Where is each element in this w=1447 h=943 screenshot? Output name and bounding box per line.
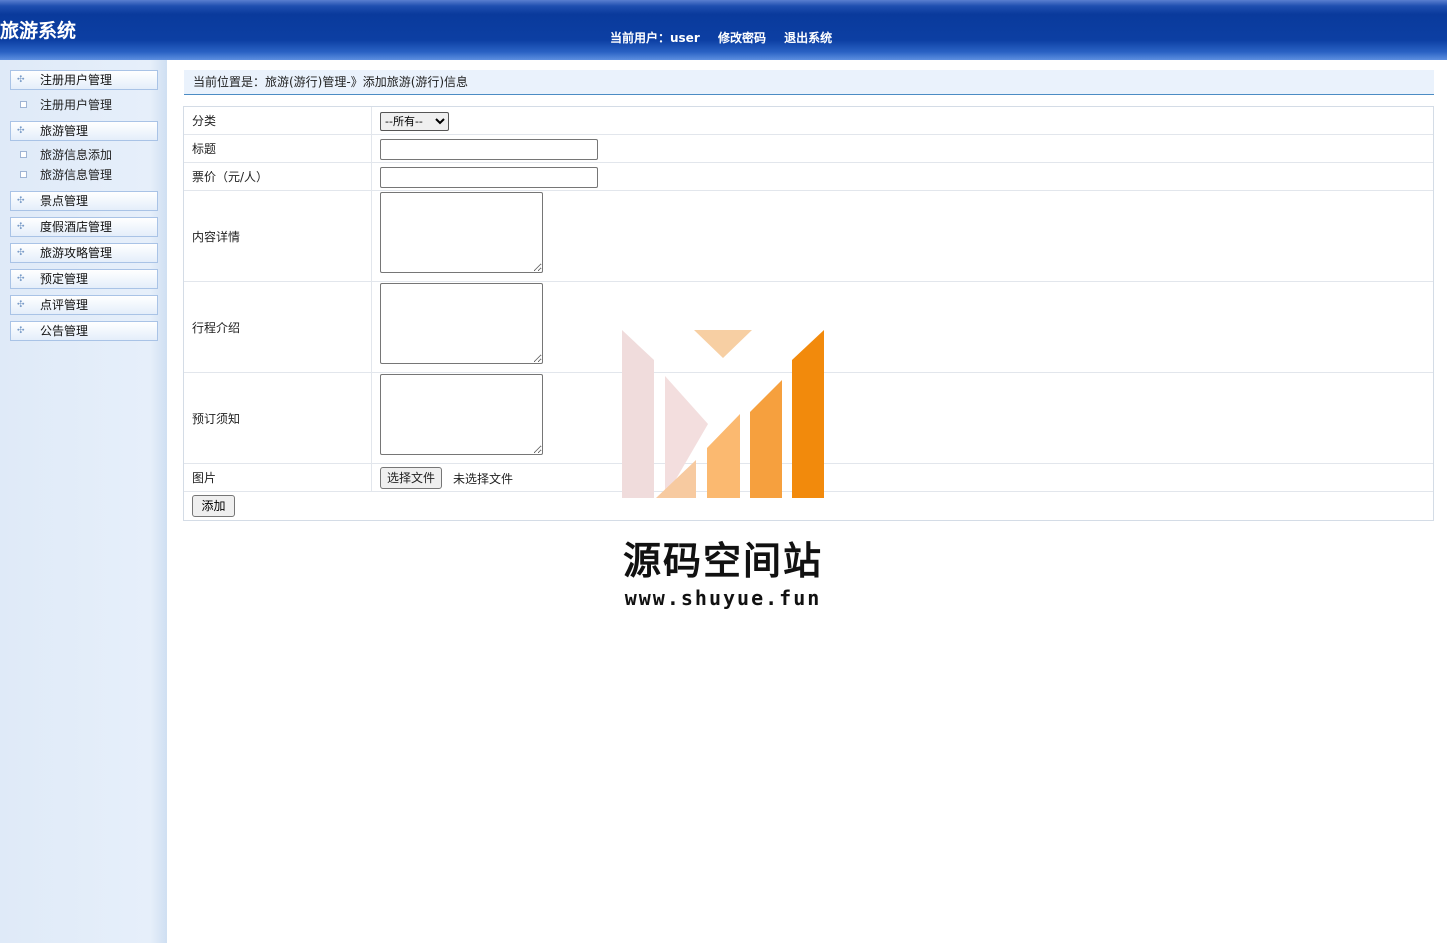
expand-icon: ✣ (17, 222, 25, 232)
form-row-itinerary: 行程介绍 (184, 282, 1433, 373)
menu-group-guide-management[interactable]: ✣ 旅游攻略管理 (10, 243, 158, 263)
form-row-image: 图片 选择文件 未选择文件 (184, 464, 1433, 492)
category-select[interactable]: --所有-- (380, 112, 449, 131)
menu-item-label: 旅游信息添加 (40, 148, 113, 162)
menu-group-hotel-management[interactable]: ✣ 度假酒店管理 (10, 217, 158, 237)
form-row-title: 标题 (184, 135, 1433, 163)
form-row-notice: 预订须知 (184, 373, 1433, 464)
form-row-content: 内容详情 (184, 191, 1433, 282)
menu-group-label: 注册用户管理 (40, 73, 113, 87)
notice-label: 预订须知 (184, 373, 372, 463)
bullet-icon (20, 101, 27, 108)
expand-icon: ✣ (17, 300, 25, 310)
choose-file-button[interactable]: 选择文件 (380, 467, 443, 489)
change-password-link[interactable]: 修改密码 (718, 31, 766, 45)
price-label: 票价（元/人） (184, 163, 372, 190)
app-title: 旅游系统 (0, 20, 77, 42)
bullet-icon (20, 171, 27, 178)
content-textarea[interactable] (380, 192, 543, 273)
notice-textarea[interactable] (380, 374, 543, 455)
menu-group-travel-management[interactable]: ✣ 旅游管理 (10, 121, 158, 141)
file-status: 未选择文件 (453, 472, 514, 486)
itinerary-label: 行程介绍 (184, 282, 372, 372)
expand-icon: ✣ (17, 196, 25, 206)
title-label: 标题 (184, 135, 372, 162)
menu-item-label: 注册用户管理 (40, 98, 113, 112)
form-row-submit: 添加 (184, 492, 1433, 520)
menu-group-label: 点评管理 (40, 298, 89, 312)
user-bar: 当前用户：user 修改密码 退出系统 (610, 29, 846, 46)
menu-item-label: 旅游信息管理 (40, 168, 113, 182)
sidebar: ✣ 注册用户管理 注册用户管理 ✣ 旅游管理 旅游信息添加 旅游信息管理 ✣ 景… (0, 60, 167, 943)
menu-group-label: 度假酒店管理 (40, 220, 113, 234)
watermark-url: www.shuyue.fun (624, 586, 822, 610)
title-input[interactable] (380, 139, 598, 160)
expand-icon: ✣ (17, 126, 25, 136)
form-row-price: 票价（元/人） (184, 163, 1433, 191)
menu-group-notice-management[interactable]: ✣ 公告管理 (10, 321, 158, 341)
content-label: 内容详情 (184, 191, 372, 281)
menu-group-user-management[interactable]: ✣ 注册用户管理 (10, 70, 158, 90)
expand-icon: ✣ (17, 248, 25, 258)
top-header: 旅游系统 当前用户：user 修改密码 退出系统 (0, 0, 1447, 60)
form-row-category: 分类 --所有-- (184, 107, 1433, 135)
logout-link[interactable]: 退出系统 (784, 31, 832, 45)
expand-icon: ✣ (17, 274, 25, 284)
expand-icon: ✣ (17, 75, 25, 85)
menu-group-label: 预定管理 (40, 272, 89, 286)
menu-group-label: 旅游管理 (40, 124, 89, 138)
menu-group-booking-management[interactable]: ✣ 预定管理 (10, 269, 158, 289)
expand-icon: ✣ (17, 326, 25, 336)
menu-group-label: 景点管理 (40, 194, 89, 208)
breadcrumb: 当前位置是：旅游(游行)管理-》添加旅游(游行)信息 (184, 70, 1434, 95)
category-label: 分类 (184, 107, 372, 134)
image-label: 图片 (184, 464, 372, 491)
menu-group-label: 公告管理 (40, 324, 89, 338)
watermark-title: 源码空间站 (622, 539, 823, 583)
menu-group-label: 旅游攻略管理 (40, 246, 113, 260)
add-button[interactable]: 添加 (192, 495, 235, 517)
add-travel-form: 分类 --所有-- 标题 票价（元/人） 内容详情 行程介绍 预订须知 图片 选… (183, 106, 1434, 521)
price-input[interactable] (380, 167, 598, 188)
menu-group-scenic-management[interactable]: ✣ 景点管理 (10, 191, 158, 211)
current-user-label: 当前用户：user (610, 31, 700, 45)
menu-group-review-management[interactable]: ✣ 点评管理 (10, 295, 158, 315)
bullet-icon (20, 151, 27, 158)
itinerary-textarea[interactable] (380, 283, 543, 364)
